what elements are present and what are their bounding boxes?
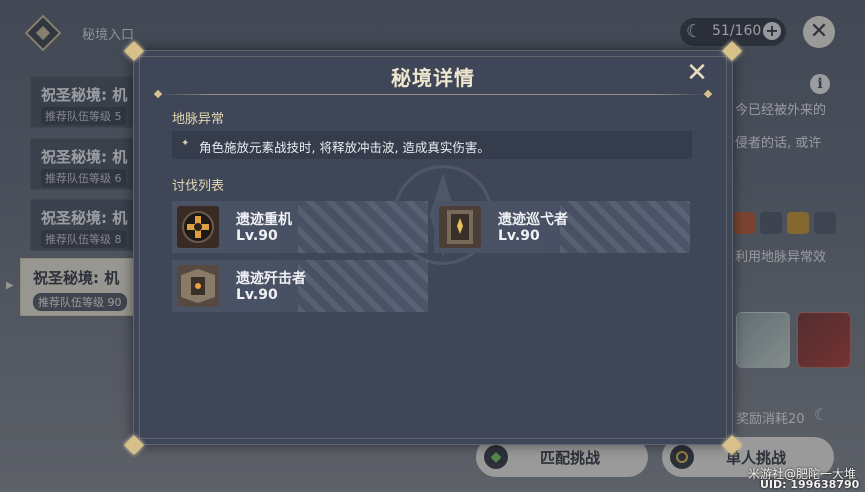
enemy-card[interactable]: 遗迹重机 Lv.90 [172,201,428,253]
close-modal-button[interactable]: ✕ [684,60,710,86]
ley-line-effect-text: 角色施放元素战技时, 将释放冲击波, 造成真实伤害。 [199,140,490,155]
enemy-card[interactable]: 遗迹歼击者 Lv.90 [172,260,428,312]
enemy-level: Lv.90 [498,228,540,244]
ruin-grader-icon [177,206,219,248]
enemy-name: 遗迹歼击者 [236,271,306,287]
ruin-cruiser-icon [439,206,481,248]
title-divider [158,94,708,95]
modal-title: 秘境详情 [391,66,475,90]
enemy-card[interactable]: 遗迹巡弋者 Lv.90 [434,201,690,253]
enemy-level: Lv.90 [236,287,278,303]
enemy-name: 遗迹重机 [236,212,292,228]
uid-text: UID: 199638790 [760,478,860,491]
ley-line-section-title: 地脉异常 [172,112,225,127]
enemies-section-title: 讨伐列表 [172,179,225,194]
ruin-destroyer-icon [177,265,219,307]
bullet-star-icon: ✦ [181,138,190,149]
enemy-level: Lv.90 [236,228,278,244]
enemy-name: 遗迹巡弋者 [498,212,568,228]
